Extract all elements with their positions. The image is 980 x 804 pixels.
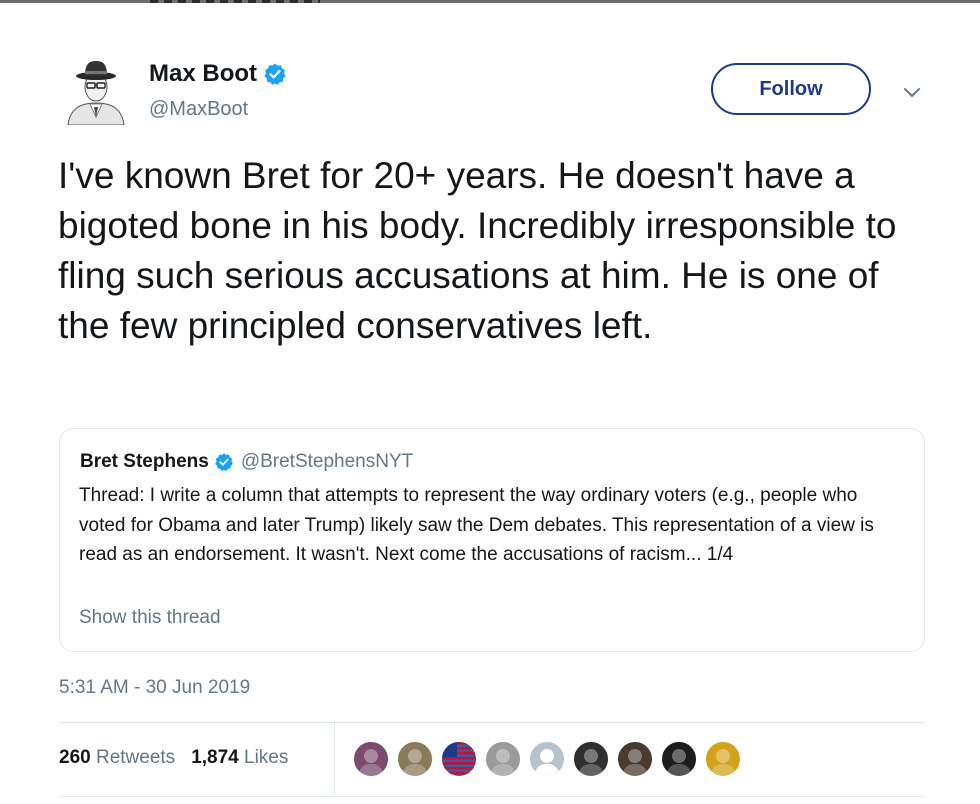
quoted-author-handle: @BretStephensNYT bbox=[240, 451, 414, 472]
liker-avatar-flag-icon[interactable] bbox=[440, 740, 478, 778]
stats-divider-bottom bbox=[59, 796, 925, 797]
quoted-author-name: Bret Stephens bbox=[80, 451, 209, 472]
liker-avatar-4-icon[interactable] bbox=[484, 740, 522, 778]
quoted-tweet-header: Bret Stephens @BretStephensNYT bbox=[80, 451, 413, 473]
retweets-stat[interactable]: 260 Retweets bbox=[59, 747, 175, 769]
verified-badge-icon bbox=[214, 453, 233, 472]
liker-avatar-6-icon[interactable] bbox=[572, 740, 610, 778]
likes-label: Likes bbox=[244, 747, 289, 768]
retweets-count: 260 bbox=[59, 747, 91, 768]
tweet-text: I've known Bret for 20+ years. He doesn'… bbox=[58, 155, 897, 346]
likes-count: 1,874 bbox=[191, 747, 239, 768]
likes-stat[interactable]: 1,874 Likes bbox=[191, 747, 288, 769]
follow-button[interactable]: Follow bbox=[711, 63, 871, 115]
stats-divider-top bbox=[59, 722, 925, 723]
retweets-label: Retweets bbox=[95, 747, 176, 768]
liker-avatar-9-icon[interactable] bbox=[704, 740, 742, 778]
quoted-tweet-text: Thread: I write a column that attempts t… bbox=[79, 485, 874, 565]
verified-badge-icon bbox=[264, 63, 286, 85]
liker-avatar-8-icon[interactable] bbox=[660, 740, 698, 778]
tweet-timestamp[interactable]: 5:31 AM - 30 Jun 2019 bbox=[59, 677, 250, 699]
chevron-down-icon[interactable] bbox=[899, 79, 925, 105]
stats-divider-vertical bbox=[334, 722, 335, 796]
tweet-card: Max Boot @MaxBoot Follow I've known Bret… bbox=[0, 3, 980, 804]
liker-avatars bbox=[352, 740, 748, 778]
avatar-fedora-man-icon bbox=[60, 53, 132, 126]
author-avatar[interactable] bbox=[60, 53, 132, 126]
liker-avatar-default-icon[interactable] bbox=[528, 740, 566, 778]
show-thread-link[interactable]: Show this thread bbox=[79, 607, 221, 629]
liker-avatar-7-icon[interactable] bbox=[616, 740, 654, 778]
tweet-stats: 260 Retweets 1,874 Likes bbox=[59, 747, 304, 769]
author-name[interactable]: Max Boot bbox=[149, 60, 257, 88]
author-name-row: Max Boot bbox=[149, 60, 287, 88]
quoted-tweet[interactable]: Bret Stephens @BretStephensNYT Thread: I… bbox=[59, 428, 925, 652]
liker-avatar-2-icon[interactable] bbox=[396, 740, 434, 778]
author-handle[interactable]: @MaxBoot bbox=[149, 98, 248, 121]
liker-avatar-1-icon[interactable] bbox=[352, 740, 390, 778]
